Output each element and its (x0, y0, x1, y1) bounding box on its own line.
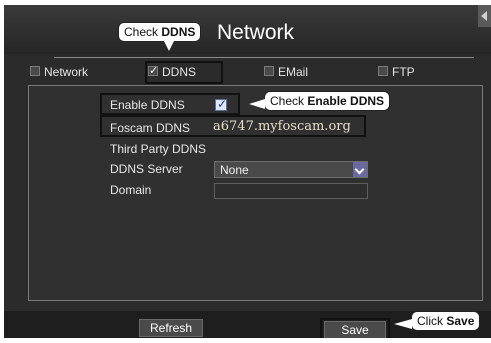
domain-label: Domain (110, 183, 152, 197)
third-party-ddns-label: Third Party DDNS (110, 142, 207, 156)
window-header: Network (4, 5, 491, 54)
callout-click-save-bold: Save (446, 314, 475, 328)
callout-check-ddns-bold: DDNS (161, 25, 196, 39)
check-icon: ✓ (217, 97, 228, 111)
enable-ddns-checkbox[interactable]: ✓ (215, 97, 228, 111)
tab-network-label: Network (44, 65, 89, 79)
callout-check-ddns-tail (164, 41, 174, 51)
tab-email-checkbox[interactable] (264, 66, 274, 76)
callout-click-save-tail (394, 319, 412, 329)
tab-network-checkbox[interactable] (30, 66, 40, 76)
header-divider (54, 57, 474, 58)
back-arrow-icon (481, 11, 487, 21)
foscam-ddns-label: Foscam DDNS (110, 121, 191, 135)
ddns-server-value: None (220, 163, 249, 177)
dropdown-button[interactable] (353, 162, 367, 177)
save-button-highlight (320, 318, 390, 338)
ddns-server-label: DDNS Server (110, 162, 183, 176)
settings-window: Network Network ✓ DDNS EMail FTP Enable … (4, 5, 491, 338)
enable-ddns-label: Enable DDNS (110, 98, 185, 112)
callout-check-enable-ddns-tail (249, 99, 265, 109)
callout-click-save: Click Save (411, 311, 481, 331)
tab-ddns-highlight (145, 61, 223, 84)
foscam-ddns-value: a6747.myfoscam.org (213, 119, 351, 134)
callout-check-enable-ddns-bold: Enable DDNS (307, 94, 385, 108)
back-button[interactable] (478, 5, 491, 27)
tab-ftp-label: FTP (392, 65, 415, 79)
ddns-server-select[interactable]: None (214, 161, 368, 178)
callout-check-ddns: Check DDNS (118, 22, 202, 42)
callout-check-ddns-prefix: Check (124, 25, 162, 39)
domain-input[interactable] (214, 183, 368, 199)
callout-check-enable-ddns: Check Enable DDNS (264, 91, 391, 111)
callout-check-enable-ddns-prefix: Check (270, 94, 308, 108)
page-title: Network (217, 21, 295, 44)
callout-click-save-prefix: Click (417, 314, 447, 328)
refresh-button[interactable]: Refresh (139, 319, 203, 337)
tab-email-label: EMail (278, 65, 309, 79)
tab-ftp-checkbox[interactable] (378, 66, 388, 76)
chevron-down-icon (354, 164, 365, 175)
